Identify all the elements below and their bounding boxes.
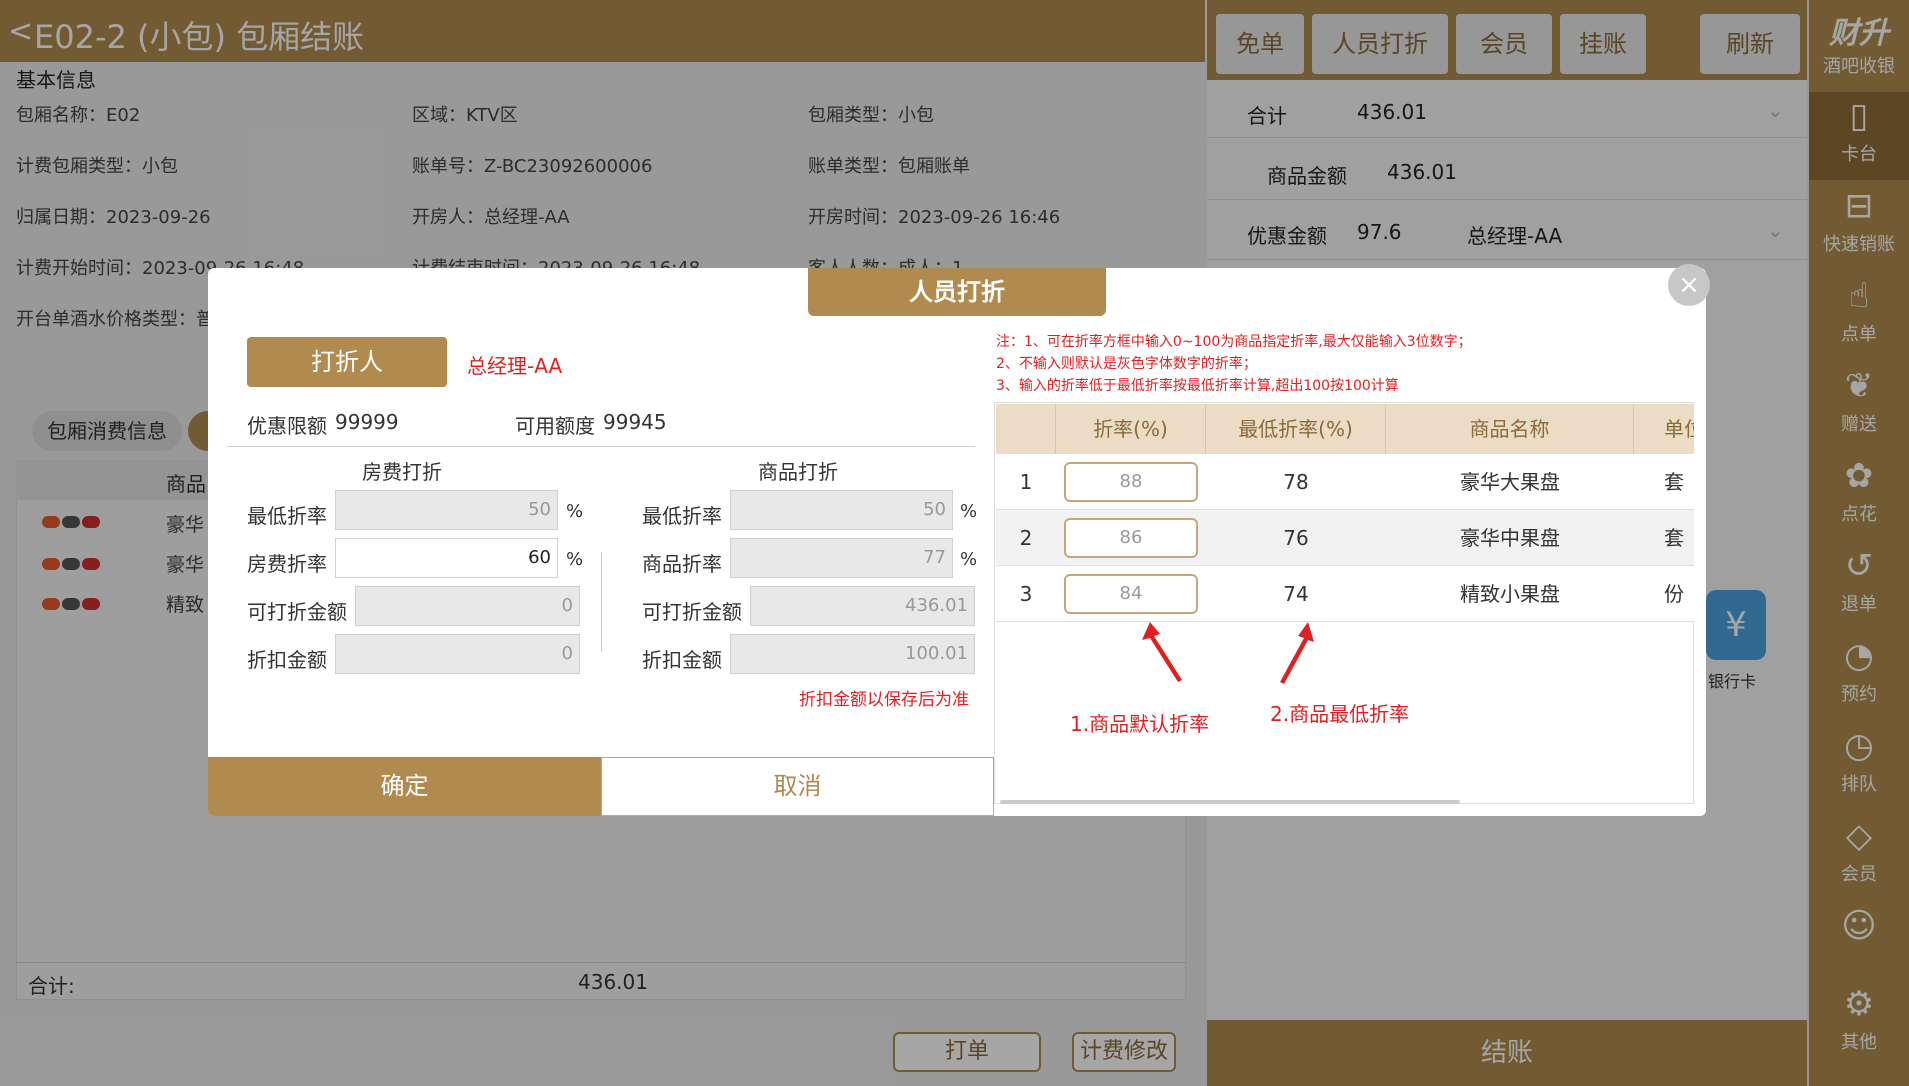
- table-row[interactable]: 3 84 74 精致小果盘 份: [996, 566, 1694, 622]
- col-min-rate: 最低折率(%): [1206, 404, 1386, 454]
- min-rate-cell: 78: [1283, 470, 1309, 494]
- note-line: 3、输入的折率低于最低折率按最低折率计算,超出100按100计算: [996, 378, 1399, 394]
- row-index: 3: [1019, 582, 1033, 606]
- col-unit: 单位: [1634, 404, 1694, 454]
- col-goods-name: 商品名称: [1386, 404, 1634, 454]
- percent-sign: %: [566, 549, 584, 570]
- room-amount-label: 可打折金额: [247, 600, 347, 624]
- goods-disc-field: 100.01: [730, 634, 975, 674]
- room-disc-field: 0: [335, 634, 580, 674]
- discounter-name: 总经理-AA: [467, 354, 563, 378]
- dialog-title: 人员打折: [808, 268, 1106, 316]
- row-index: 1: [1019, 470, 1033, 494]
- arrow-icon: [1142, 622, 1182, 682]
- divider: [227, 446, 975, 447]
- available-value: 99945: [603, 410, 667, 434]
- col-rate: 折率(%): [1056, 404, 1206, 454]
- room-disc-label: 折扣金额: [247, 648, 327, 672]
- goods-name-cell: 精致小果盘: [1460, 582, 1560, 606]
- annotation-default-rate: 1.商品默认折率: [1070, 712, 1210, 736]
- room-min-rate-label: 最低折率: [247, 504, 327, 528]
- goods-min-rate-label: 最低折率: [642, 504, 722, 528]
- percent-sign: %: [566, 501, 584, 522]
- rate-input[interactable]: 86: [1064, 518, 1198, 558]
- save-note: 折扣金额以保存后为准: [799, 690, 969, 710]
- room-rate-input[interactable]: 60: [335, 538, 558, 578]
- arrow-icon: [1280, 622, 1314, 684]
- goods-rate-field: 77: [730, 538, 953, 578]
- note-line: 注：1、可在折率方框中输入0~100为商品指定折率,最大仅能输入3位数字；: [996, 334, 1472, 350]
- percent-sign: %: [960, 549, 978, 570]
- limit-label: 优惠限额: [247, 414, 327, 438]
- rate-input[interactable]: 84: [1064, 574, 1198, 614]
- col-index: [996, 404, 1056, 454]
- goods-name-cell: 豪华大果盘: [1460, 470, 1560, 494]
- rate-input[interactable]: 88: [1064, 462, 1198, 502]
- goods-name-cell: 豪华中果盘: [1460, 526, 1560, 550]
- confirm-button[interactable]: 确定: [208, 757, 601, 816]
- min-rate-cell: 74: [1283, 582, 1309, 606]
- unit-cell: 套: [1664, 470, 1684, 494]
- goods-amount-label: 可打折金额: [642, 600, 742, 624]
- goods-discount-title: 商品打折: [758, 460, 838, 484]
- annotation-arrows: [1142, 622, 1314, 684]
- cancel-button[interactable]: 取消: [601, 757, 994, 816]
- unit-cell: 套: [1664, 526, 1684, 550]
- available-label: 可用额度: [515, 414, 595, 438]
- room-discount-title: 房费打折: [362, 460, 442, 484]
- note-line: 2、不输入则默认是灰色字体数字的折率；: [996, 356, 1257, 372]
- discounter-button[interactable]: 打折人: [247, 337, 447, 387]
- goods-min-rate-field: 50: [730, 490, 953, 530]
- room-rate-label: 房费折率: [247, 552, 327, 576]
- room-min-rate-field: 50: [335, 490, 558, 530]
- annotation-min-rate: 2.商品最低折率: [1270, 702, 1410, 726]
- min-rate-cell: 76: [1283, 526, 1309, 550]
- limit-value: 99999: [335, 410, 399, 434]
- table-row[interactable]: 2 86 76 豪华中果盘 套: [996, 510, 1694, 566]
- goods-rate-label: 商品折率: [642, 552, 722, 576]
- goods-disc-label: 折扣金额: [642, 648, 722, 672]
- unit-cell: 份: [1664, 582, 1684, 606]
- divider: [601, 552, 602, 652]
- room-amount-field: 0: [355, 586, 580, 626]
- horizontal-scrollbar[interactable]: [1000, 800, 1460, 804]
- close-icon[interactable]: ×: [1668, 264, 1710, 306]
- table-row[interactable]: 1 88 78 豪华大果盘 套: [996, 454, 1694, 510]
- percent-sign: %: [960, 501, 978, 522]
- row-index: 2: [1019, 526, 1033, 550]
- goods-amount-field: 436.01: [750, 586, 975, 626]
